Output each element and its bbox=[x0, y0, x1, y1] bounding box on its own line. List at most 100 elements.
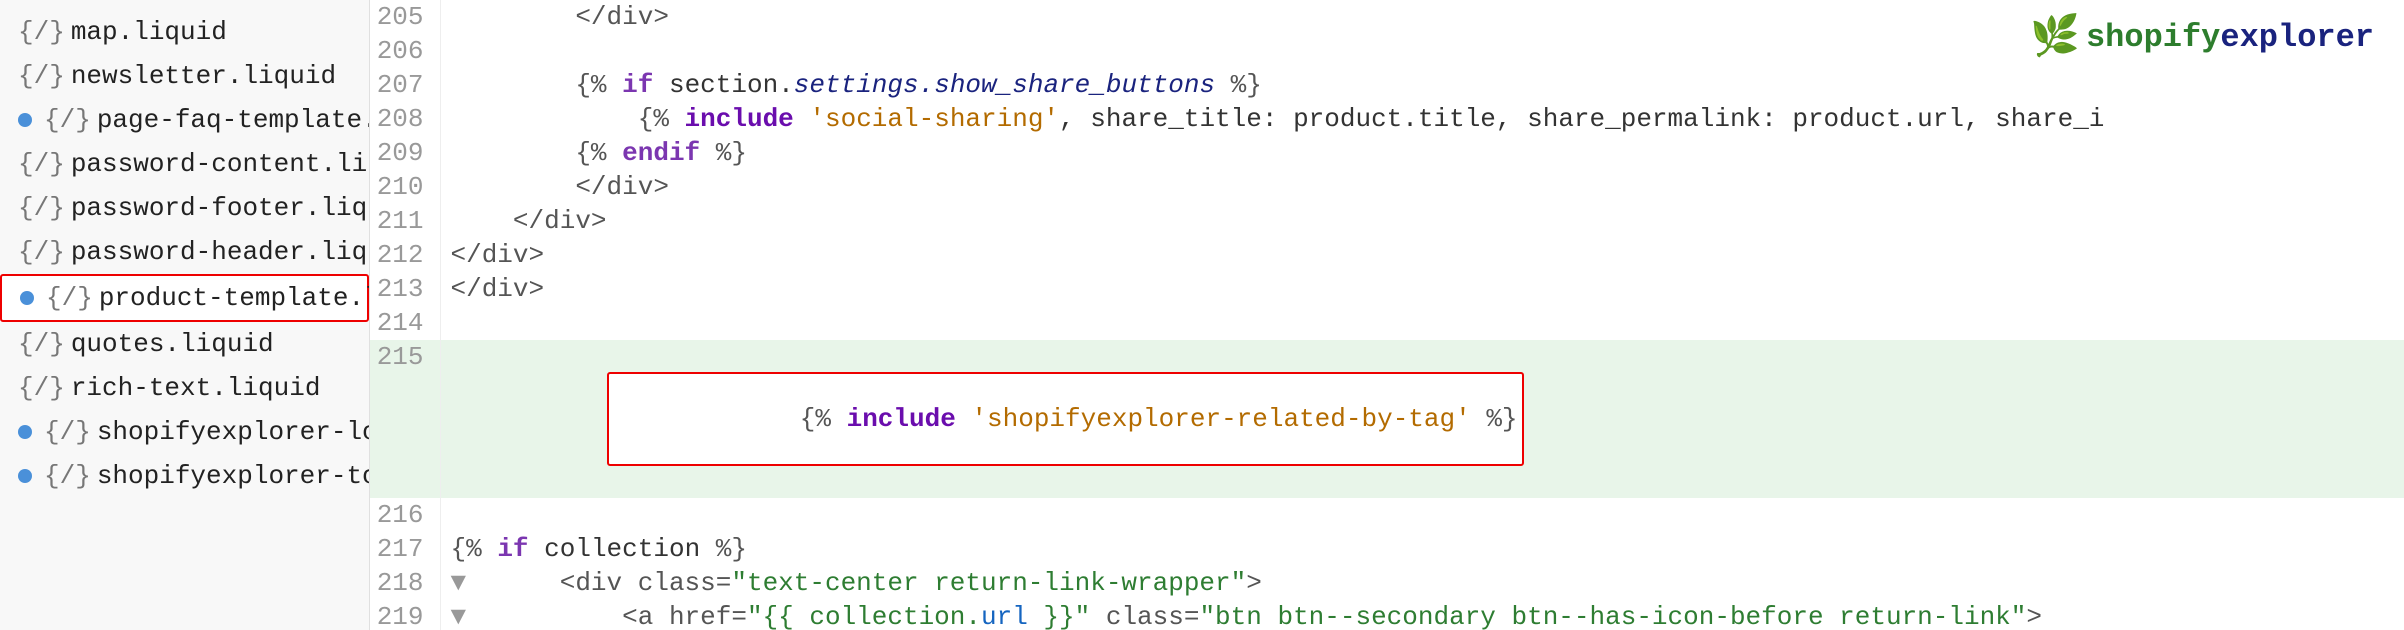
code-line-210: 210 </div> bbox=[370, 170, 2404, 204]
sidebar-item-newsletter-liquid[interactable]: {/} newsletter.liquid bbox=[0, 54, 369, 98]
line-content: {% if collection %} bbox=[440, 532, 2404, 566]
bullet-icon bbox=[20, 291, 34, 305]
sidebar-item-password-content-liquid[interactable]: {/} password-content.liquid bbox=[0, 142, 369, 186]
code-token: 'shopifyexplorer-related-by-tag' bbox=[971, 404, 1470, 434]
liquid-icon: {/} bbox=[18, 193, 65, 223]
liquid-icon: {/} bbox=[18, 373, 65, 403]
sidebar-item-label: newsletter.liquid bbox=[71, 61, 336, 91]
sidebar-item-label: password-content.liquid bbox=[71, 149, 370, 179]
liquid-icon: {/} bbox=[18, 17, 65, 47]
code-line-219: 219 ▼ <a href="{{ collection.url }}" cla… bbox=[370, 600, 2404, 630]
code-token: ▼ bbox=[451, 602, 498, 630]
sidebar-item-label: page-faq-template.liquid bbox=[97, 105, 370, 135]
line-number: 208 bbox=[370, 102, 440, 136]
liquid-icon: {/} bbox=[18, 237, 65, 267]
line-content: {% if section.settings.show_share_button… bbox=[440, 68, 2404, 102]
sidebar-item-rich-text-liquid[interactable]: {/} rich-text.liquid bbox=[0, 366, 369, 410]
code-token: settings.show_share_buttons bbox=[794, 70, 1215, 100]
code-token: > bbox=[1246, 568, 1262, 598]
code-token: {% bbox=[451, 534, 482, 564]
code-token: url bbox=[981, 602, 1028, 630]
sidebar-item-product-template-liquid[interactable]: {/} product-template.liquid bbox=[0, 274, 369, 322]
sidebar-item-page-faq-template-liquid[interactable]: {/} page-faq-template.liquid bbox=[0, 98, 369, 142]
liquid-icon: {/} bbox=[18, 329, 65, 359]
liquid-icon: {/} bbox=[44, 417, 91, 447]
line-content: {% include 'social-sharing', share_title… bbox=[440, 102, 2404, 136]
sidebar-item-quotes-liquid[interactable]: {/} quotes.liquid bbox=[0, 322, 369, 366]
code-token: "btn btn--secondary btn--has-icon-before… bbox=[1199, 602, 2026, 630]
line-content: {% include 'shopifyexplorer-related-by-t… bbox=[440, 340, 2404, 498]
line-number: 213 bbox=[370, 272, 440, 306]
code-line-209: 209 {% endif %} bbox=[370, 136, 2404, 170]
code-token bbox=[451, 104, 638, 134]
code-line-212: 212 </div> bbox=[370, 238, 2404, 272]
code-token: {% bbox=[575, 138, 606, 168]
code-token: ▼ bbox=[451, 568, 498, 598]
code-token: </div> bbox=[451, 240, 545, 270]
line-number: 205 bbox=[370, 0, 440, 34]
bullet-icon bbox=[18, 425, 32, 439]
code-token: endif bbox=[607, 138, 716, 168]
line-content: ▼ <a href="{{ collection.url }}" class="… bbox=[440, 600, 2404, 630]
code-token: <a href= bbox=[497, 602, 747, 630]
line-number: 212 bbox=[370, 238, 440, 272]
code-token: 'social-sharing' bbox=[809, 104, 1059, 134]
code-token: {% bbox=[800, 404, 831, 434]
line-number: 219 bbox=[370, 600, 440, 630]
code-token: </div> bbox=[451, 2, 669, 32]
code-line-208: 208 {% include 'social-sharing', share_t… bbox=[370, 102, 2404, 136]
code-token: }}" bbox=[1028, 602, 1090, 630]
code-token bbox=[451, 70, 576, 100]
code-line-214: 214 bbox=[370, 306, 2404, 340]
line-number: 211 bbox=[370, 204, 440, 238]
line-content bbox=[440, 306, 2404, 340]
liquid-icon: {/} bbox=[18, 61, 65, 91]
code-editor: 🌿 shopifyexplorer 205 </div> 206 207 {% … bbox=[370, 0, 2404, 630]
sidebar-item-password-header-liquid[interactable]: {/} password-header.liquid bbox=[0, 230, 369, 274]
code-token: include bbox=[669, 104, 809, 134]
code-token: {% bbox=[575, 70, 606, 100]
code-token: %} bbox=[716, 534, 747, 564]
sidebar-item-map-liquid[interactable]: {/} map.liquid bbox=[0, 10, 369, 54]
bullet-icon bbox=[18, 113, 32, 127]
sidebar-item-label: quotes.liquid bbox=[71, 329, 274, 359]
line-content: </div> bbox=[440, 272, 2404, 306]
code-token: if bbox=[607, 70, 669, 100]
code-token: <div class= bbox=[497, 568, 731, 598]
code-line-218: 218 ▼ <div class="text-center return-lin… bbox=[370, 566, 2404, 600]
sidebar-item-label: product-template.liquid bbox=[99, 283, 370, 313]
sidebar-item-password-footer-liquid[interactable]: {/} password-footer.liquid bbox=[0, 186, 369, 230]
code-token bbox=[1471, 404, 1487, 434]
code-token: if bbox=[482, 534, 544, 564]
line-number: 216 bbox=[370, 498, 440, 532]
code-token: %} bbox=[1215, 70, 1262, 100]
code-token: "text-center return-link-wrapper" bbox=[731, 568, 1246, 598]
sidebar-item-label: password-header.liquid bbox=[71, 237, 370, 267]
leaf-icon: 🌿 bbox=[2030, 12, 2080, 62]
line-number: 215 bbox=[370, 340, 440, 498]
sidebar-item-label: shopifyexplorer-top-bar.liquid bbox=[97, 461, 370, 491]
line-content: </div> bbox=[440, 204, 2404, 238]
shopifyexplorer-logo: 🌿 shopifyexplorer bbox=[2030, 12, 2374, 62]
sidebar-item-label: map.liquid bbox=[71, 17, 227, 47]
line-content: </div> bbox=[440, 170, 2404, 204]
sidebar-item-shopifyexplorer-top-bar-liquid[interactable]: {/} shopifyexplorer-top-bar.liquid bbox=[0, 454, 369, 498]
liquid-icon: {/} bbox=[44, 461, 91, 491]
code-line-215: 215 {% include 'shopifyexplorer-related-… bbox=[370, 340, 2404, 498]
code-token: </div> bbox=[451, 274, 545, 304]
code-line-207: 207 {% if section.settings.show_share_bu… bbox=[370, 68, 2404, 102]
code-token: collection bbox=[544, 534, 716, 564]
highlighted-include-tag: {% include 'shopifyexplorer-related-by-t… bbox=[607, 372, 1524, 466]
code-token bbox=[451, 138, 576, 168]
sidebar-item-label: rich-text.liquid bbox=[71, 373, 321, 403]
liquid-icon: {/} bbox=[44, 105, 91, 135]
code-token: class= bbox=[1090, 602, 1199, 630]
bullet-icon bbox=[18, 469, 32, 483]
sidebar-item-shopifyexplorer-logo-list-liquid[interactable]: {/} shopifyexplorer-logo-list.liquid bbox=[0, 410, 369, 454]
file-sidebar: {/} map.liquid {/} newsletter.liquid {/}… bbox=[0, 0, 370, 630]
code-line-216: 216 bbox=[370, 498, 2404, 532]
code-line-213: 213 </div> bbox=[370, 272, 2404, 306]
line-number: 218 bbox=[370, 566, 440, 600]
logo-shopify-part: shopify bbox=[2086, 19, 2220, 56]
code-table: 205 </div> 206 207 {% if section.setting… bbox=[370, 0, 2404, 630]
